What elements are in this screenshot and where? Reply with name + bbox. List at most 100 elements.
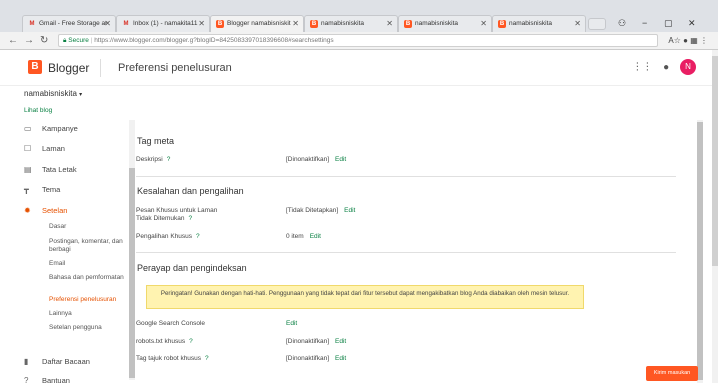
- megaphone-icon: ▭: [24, 124, 32, 133]
- sidebar-item-tema[interactable]: ┳ Tema: [24, 185, 60, 194]
- tab-namabisniskita-3[interactable]: B namabisniskita ✕: [492, 15, 586, 32]
- tab-namabisniskita-1[interactable]: B namabisniskita ✕: [304, 15, 398, 32]
- tab-inbox[interactable]: M Inbox (1) - namakita11 ✕: [116, 15, 210, 32]
- sidebar-subitem-lainnya[interactable]: Lainnya: [49, 310, 129, 318]
- address-bar: ← → ↻ 🔒︎ Secure | https://www.blogger.co…: [0, 32, 718, 50]
- sidebar-item-label: Tata Letak: [42, 165, 77, 174]
- app-name[interactable]: Blogger: [48, 61, 89, 75]
- apps-grid-icon[interactable]: ⋮⋮: [632, 62, 652, 73]
- description-value: [Dinonaktifkan] Edit: [286, 156, 347, 163]
- scrollbar-thumb[interactable]: [697, 122, 703, 380]
- divider: [136, 252, 676, 253]
- url-input[interactable]: 🔒︎ Secure | https://www.blogger.com/blog…: [58, 34, 658, 47]
- help-icon[interactable]: ?: [189, 215, 193, 222]
- new-tab-button[interactable]: [588, 18, 606, 30]
- help-icon[interactable]: ?: [167, 156, 171, 163]
- custom-robots-txt-label: robots.txt khusus?: [136, 338, 193, 345]
- custom-redirects-label: Pengalihan Khusus?: [136, 233, 200, 240]
- gmail-icon: M: [123, 21, 129, 27]
- blog-name: namabisniskita: [24, 89, 77, 98]
- bookmark-icon: ▮: [24, 357, 29, 366]
- sidebar-subitem-bahasa[interactable]: Bahasa dan pemformatan: [49, 274, 129, 282]
- section-title-crawlers: Perayap dan pengindeksan: [137, 263, 247, 273]
- notifications-icon[interactable]: ●: [663, 62, 669, 73]
- blogger-icon: B: [216, 20, 224, 28]
- forward-icon[interactable]: →: [24, 35, 34, 46]
- sidebar-item-daftar-bacaan[interactable]: ▮ Daftar Bacaan: [24, 357, 90, 366]
- sidebar-subitem-setelan-pengguna[interactable]: Setelan pengguna: [49, 324, 129, 332]
- edit-robots-header-link[interactable]: Edit: [335, 355, 346, 362]
- tab-blogger-active[interactable]: B Blogger namabisniskit ✕: [210, 15, 304, 32]
- gear-icon: ✹: [24, 206, 31, 215]
- page-scrollbar[interactable]: [712, 50, 718, 383]
- send-feedback-button[interactable]: Kirim masukan: [646, 366, 698, 381]
- paint-roller-icon: ┳: [24, 185, 29, 194]
- edit-redirects-link[interactable]: Edit: [310, 233, 321, 240]
- sidebar-item-label: Tema: [42, 185, 61, 194]
- avatar[interactable]: N: [680, 59, 696, 75]
- sidebar-subitem-preferensi-penelusuran[interactable]: Preferensi penelusuran: [49, 296, 129, 304]
- edit-robots-txt-link[interactable]: Edit: [335, 338, 346, 345]
- close-tab-icon[interactable]: ✕: [292, 19, 299, 28]
- edit-description-link[interactable]: Edit: [335, 156, 346, 163]
- content-scrollbar[interactable]: [697, 120, 703, 383]
- close-tab-icon[interactable]: ✕: [574, 19, 581, 28]
- scrollbar-thumb[interactable]: [129, 168, 135, 378]
- custom-404-value: [Tidak Ditetapkan] Edit: [286, 207, 356, 214]
- view-blog-link[interactable]: Lihat blog: [24, 107, 52, 114]
- blogger-icon: B: [310, 20, 318, 28]
- tab-label: Blogger namabisniskit: [227, 20, 291, 27]
- warning-banner: Peringatan! Gunakan dengan hati-hati. Pe…: [146, 285, 584, 309]
- sidebar-scrollbar[interactable]: [129, 120, 135, 380]
- sidebar-item-laman[interactable]: ☐ Laman: [24, 144, 65, 153]
- browser-tab-bar: M Gmail - Free Storage ar ✕ M Inbox (1) …: [0, 0, 718, 32]
- gmail-icon: M: [29, 21, 35, 27]
- description-label: Deskripsi?: [136, 156, 171, 163]
- sidebar-item-setelan[interactable]: ✹ Setelan: [24, 206, 67, 215]
- secure-label: Secure: [68, 37, 89, 44]
- help-icon[interactable]: ?: [196, 233, 200, 240]
- layout-icon: ▤: [24, 165, 32, 174]
- back-icon[interactable]: ←: [8, 35, 18, 46]
- extension-icons[interactable]: A☆ ● ▦ ⋮: [668, 36, 708, 45]
- dropdown-icon: ▾: [79, 92, 83, 98]
- sidebar-item-bantuan[interactable]: ? Bantuan: [24, 376, 70, 385]
- profile-icon[interactable]: ⚇: [618, 18, 626, 29]
- tab-label: namabisniskita: [509, 20, 552, 27]
- close-tab-icon[interactable]: ✕: [104, 19, 111, 28]
- gsc-value: Edit: [286, 320, 297, 327]
- blogger-icon: B: [498, 20, 506, 28]
- close-tab-icon[interactable]: ✕: [386, 19, 393, 28]
- sidebar-item-label: Laman: [42, 144, 65, 153]
- close-tab-icon[interactable]: ✕: [198, 19, 205, 28]
- tab-namabisniskita-2[interactable]: B namabisniskita ✕: [398, 15, 492, 32]
- maximize-icon[interactable]: ▢: [664, 18, 673, 29]
- blogger-icon: B: [404, 20, 412, 28]
- minimize-icon[interactable]: −: [642, 18, 647, 28]
- sidebar-subitem-dasar[interactable]: Dasar: [49, 223, 129, 231]
- custom-redirects-value: 0 item Edit: [286, 233, 321, 240]
- tab-label: Inbox (1) - namakita11: [133, 20, 198, 27]
- edit-custom-404-link[interactable]: Edit: [344, 207, 355, 214]
- close-window-icon[interactable]: ✕: [688, 18, 696, 29]
- sidebar-subitem-email[interactable]: Email: [49, 260, 129, 268]
- help-icon[interactable]: ?: [205, 355, 209, 362]
- custom-404-label: Pesan Khusus untuk Laman Tidak Ditemukan…: [136, 207, 218, 222]
- sidebar-subitem-postingan[interactable]: Postingan, komentar, dan berbagi: [49, 238, 129, 254]
- tab-gmail[interactable]: M Gmail - Free Storage ar ✕: [22, 15, 116, 32]
- scrollbar-thumb[interactable]: [712, 56, 718, 266]
- blog-selector[interactable]: namabisniskita ▾: [24, 89, 82, 98]
- close-tab-icon[interactable]: ✕: [480, 19, 487, 28]
- divider: [136, 176, 676, 177]
- tab-label: namabisniskita: [321, 20, 364, 27]
- sidebar-item-tata-letak[interactable]: ▤ Tata Letak: [24, 165, 77, 174]
- edit-gsc-link[interactable]: Edit: [286, 320, 297, 327]
- section-title-meta: Tag meta: [137, 136, 175, 146]
- blogger-logo-icon[interactable]: B: [28, 60, 42, 74]
- sidebar-item-label: Setelan: [42, 206, 68, 215]
- help-icon[interactable]: ?: [189, 338, 193, 345]
- sidebar-item-label: Daftar Bacaan: [42, 357, 90, 366]
- url-text: https://www.blogger.com/blogger.g?blogID…: [94, 37, 334, 44]
- reload-icon[interactable]: ↻: [40, 35, 48, 46]
- sidebar-item-kampanye[interactable]: ▭ Kampanye: [24, 124, 78, 133]
